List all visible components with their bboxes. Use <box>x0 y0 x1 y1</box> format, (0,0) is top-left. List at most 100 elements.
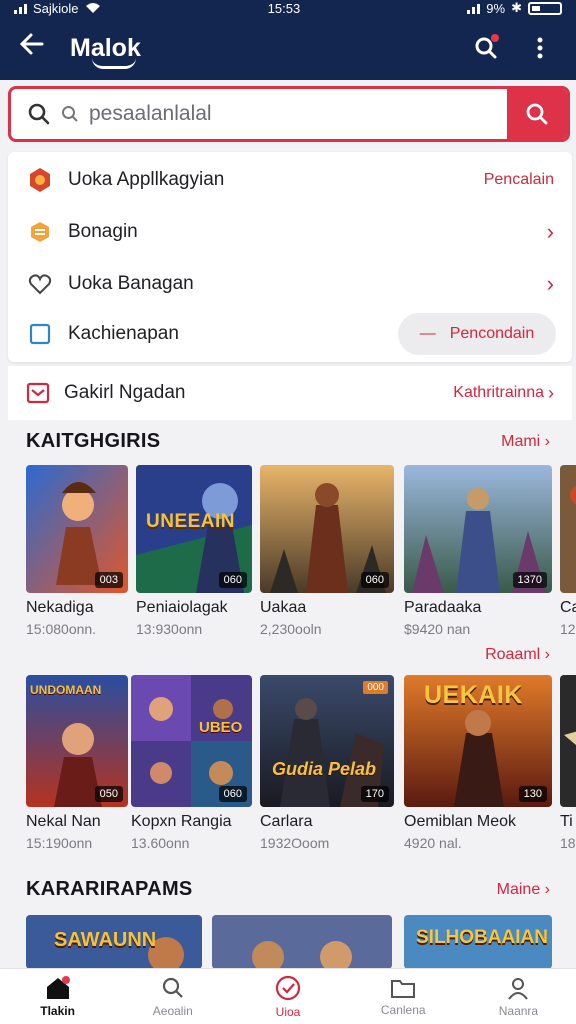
menu-item-label: Gakirl Ngadan <box>64 382 186 403</box>
menu-item-action[interactable]: Pencalain <box>484 171 554 189</box>
count-badge: 170 <box>360 786 389 802</box>
game-card[interactable]: Ca 12 <box>560 465 576 637</box>
game-thumbnail: 000 Gudia Pelab 170 <box>260 675 394 807</box>
game-title: Kopxn Rangia <box>131 813 232 830</box>
menu-card: Uoka Appllkagyian Pencalain Bonagin › Uo… <box>8 152 572 362</box>
see-more-link[interactable]: Maine › <box>497 881 550 899</box>
game-meta: 2,230ooln <box>260 621 322 637</box>
count-badge: 130 <box>518 786 547 802</box>
game-card[interactable]: SILHOBAAIAN <box>404 915 552 969</box>
game-title: Nekal Nan <box>26 813 101 830</box>
bluetooth-icon: ✱ <box>511 0 522 15</box>
game-title: Nekadiga <box>26 599 94 616</box>
square-icon <box>26 320 54 348</box>
game-card[interactable]: Ti 18 <box>560 675 576 851</box>
game-card[interactable]: 060 Uakaa 2,230ooln <box>260 465 394 637</box>
game-card[interactable]: 1370 Paradaaka $9420 nan <box>404 465 552 637</box>
game-card[interactable]: 000 Gudia Pelab 170 Carlara 1932Ooom <box>260 675 394 851</box>
search-icon <box>28 103 50 125</box>
game-art-title: SAWAUNN <box>54 929 157 951</box>
game-thumbnail: 060 <box>260 465 394 593</box>
wifi-icon <box>85 3 100 13</box>
game-card[interactable]: 003 Nekadiga 15:080onn. <box>26 465 128 637</box>
menu-item-kachienapan[interactable]: Kachienapan — Pencondain <box>8 308 572 360</box>
game-card[interactable]: UEKAIK 130 Oemiblan Meok 4920 nal. <box>404 675 552 851</box>
game-card[interactable]: UNDOMAAN 050 Nekal Nan 15:190onn <box>26 675 128 851</box>
menu-item-label: Kachienapan <box>68 323 179 344</box>
game-art-title: UNDOMAAN <box>30 683 102 697</box>
game-art-title: Gudia Pelab <box>272 759 377 779</box>
menu-item-action[interactable]: Kathritrainna <box>453 384 544 402</box>
menu-item-bonagin[interactable]: Bonagin › <box>8 206 572 258</box>
game-card[interactable]: UNEEAIN 060 Peniaiolagak 13:930onn <box>136 465 252 637</box>
nav-home[interactable]: Tlakin <box>0 969 115 1024</box>
see-more-link[interactable]: Roaaml › <box>485 646 550 664</box>
game-title: Paradaaka <box>404 599 482 616</box>
search-icon <box>526 103 548 125</box>
menu-item-gift[interactable]: Gakirl Ngadan Kathritrainna › <box>8 366 572 420</box>
game-thumbnail <box>560 465 576 593</box>
heart-icon <box>26 270 54 298</box>
status-bar: Sajkiole 15:53 9% ✱ <box>0 0 576 16</box>
game-thumbnail: UNDOMAAN 050 <box>26 675 128 807</box>
game-card[interactable]: SAWAUNN <box>26 915 202 969</box>
heart-badge-icon <box>275 975 301 1000</box>
game-title: Ca <box>560 599 576 616</box>
search-bar <box>8 86 570 142</box>
nav-favorites[interactable]: Uioa <box>230 969 345 1024</box>
game-thumbnail: SAWAUNN <box>26 915 202 969</box>
section-title: KAITGHGIRIS <box>26 430 161 452</box>
count-badge: 060 <box>218 572 247 588</box>
count-badge: 060 <box>218 786 247 802</box>
game-meta: $9420 nan <box>404 621 471 637</box>
game-title: Uakaa <box>260 599 307 616</box>
game-art-title: UNEEAIN <box>146 511 236 532</box>
see-more-link[interactable]: Mami › <box>501 433 550 451</box>
more-options-button[interactable] <box>522 30 558 66</box>
section-header-featured: KARARIRAPAMS Maine › <box>26 878 550 901</box>
menu-item-banagan[interactable]: Uoka Banagan › <box>8 258 572 310</box>
folder-icon <box>391 979 416 998</box>
menu-item-app[interactable]: Uoka Appllkagyian Pencalain <box>8 154 572 206</box>
notification-dot <box>491 34 499 42</box>
search-settings-button[interactable] <box>468 30 504 66</box>
home-icon <box>46 975 70 999</box>
game-card[interactable] <box>212 915 392 969</box>
game-title: Ti <box>560 813 573 830</box>
app-bar: Malok <box>0 16 576 80</box>
chevron-right-icon: › <box>548 382 554 403</box>
clock: 15:53 <box>267 0 301 16</box>
carrier-name: Sajkiole <box>33 0 79 16</box>
menu-item-label: Uoka Appllkagyian <box>68 169 225 190</box>
search-submit-button[interactable] <box>507 89 567 139</box>
search-hint-icon <box>62 106 78 122</box>
search-field[interactable] <box>11 89 507 139</box>
cube-icon <box>26 218 54 246</box>
gift-icon <box>26 382 50 404</box>
game-thumbnail: 1370 <box>404 465 552 593</box>
chevron-right-icon: › <box>546 271 554 296</box>
game-meta: 1932Ooom <box>260 835 330 851</box>
game-title: Oemiblan Meok <box>404 813 517 830</box>
search-input[interactable] <box>89 102 469 126</box>
section-title: KARARIRAPAMS <box>26 878 193 900</box>
game-art-title: UEKAIK <box>424 681 523 709</box>
pending-pill-button[interactable]: — Pencondain <box>398 313 556 355</box>
nav-search[interactable]: Aeoalin <box>115 969 230 1024</box>
nav-library[interactable]: Canlena <box>346 969 461 1024</box>
game-thumbnail: SILHOBAAIAN <box>404 915 552 969</box>
back-button[interactable] <box>18 30 54 66</box>
game-meta: 15:190onn <box>26 835 93 851</box>
game-thumbnail <box>212 915 392 969</box>
battery-percent: 9% <box>486 0 506 16</box>
minus-icon: — <box>419 325 436 342</box>
game-thumbnail: UNEEAIN 060 <box>136 465 252 593</box>
game-title: Carlara <box>260 813 313 830</box>
game-meta: 18 <box>560 835 576 851</box>
game-thumbnail: UBEO 060 <box>131 675 252 807</box>
section-header-more: Roaaml › <box>26 646 550 664</box>
bottom-navigation: Tlakin Aeoalin Uioa Canlena Naanra <box>0 968 576 1024</box>
badge-icon <box>26 166 54 194</box>
game-card[interactable]: UBEO 060 Kopxn Rangia 13.60onn <box>131 675 252 851</box>
nav-profile[interactable]: Naanra <box>461 969 576 1024</box>
